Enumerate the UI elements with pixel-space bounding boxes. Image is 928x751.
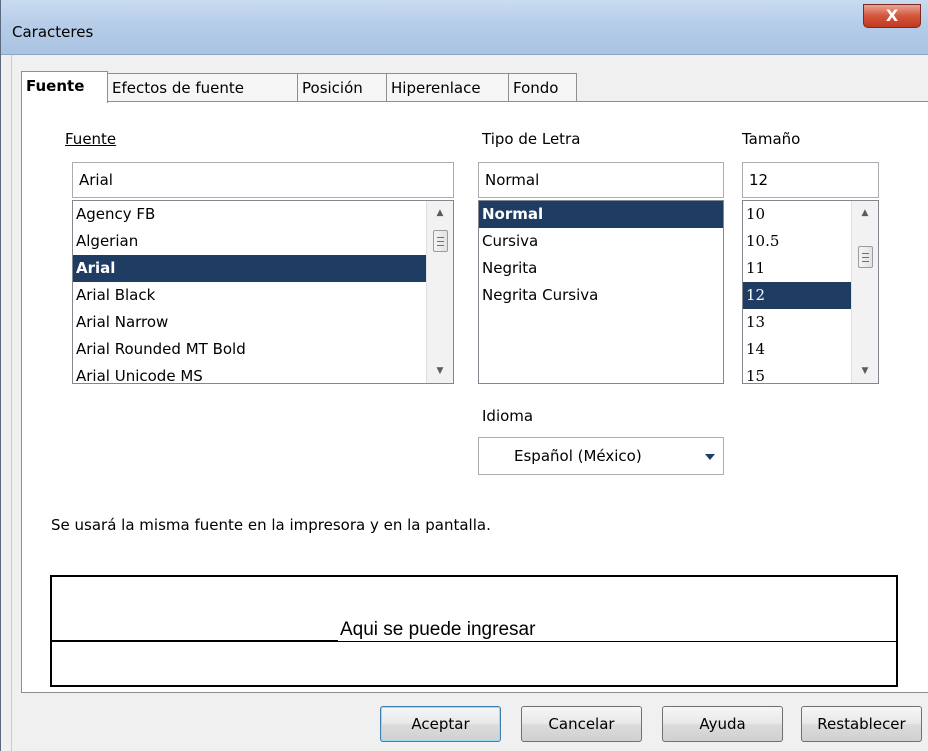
- list-item[interactable]: Negrita: [479, 255, 723, 282]
- list-item[interactable]: Negrita Cursiva: [479, 282, 723, 309]
- list-item[interactable]: Arial Unicode MS: [73, 363, 453, 383]
- tab-hiperenlace[interactable]: Hiperenlace: [386, 73, 509, 102]
- window-edge: [1, 55, 12, 751]
- preview-sample-text: Aqui se puede ingresar: [338, 619, 538, 641]
- help-button[interactable]: Ayuda: [662, 706, 783, 742]
- reset-button[interactable]: Restablecer: [801, 706, 922, 742]
- size-list-scrollbar[interactable]: ▲ ▼: [851, 201, 878, 383]
- chevron-down-icon[interactable]: [705, 454, 715, 460]
- list-item[interactable]: Arial Rounded MT Bold: [73, 336, 453, 363]
- language-select[interactable]: Español (México): [478, 437, 724, 475]
- preview-baseline: [52, 641, 896, 642]
- font-preview: Aqui se puede ingresar: [50, 575, 898, 687]
- style-label-text: Tipo de Letra: [482, 130, 581, 148]
- tab-fondo[interactable]: Fondo: [508, 73, 577, 102]
- style-input[interactable]: Normal: [478, 162, 724, 198]
- list-item[interactable]: Arial Narrow: [73, 309, 453, 336]
- scroll-down-icon[interactable]: ▼: [427, 361, 453, 381]
- font-label-text: Fuente: [65, 130, 117, 148]
- size-input[interactable]: 12: [742, 162, 879, 198]
- size-label-text: Tamaño: [742, 130, 801, 148]
- scroll-up-icon[interactable]: ▲: [852, 203, 878, 223]
- title-bar[interactable]: Caracteres X: [1, 0, 928, 55]
- font-list[interactable]: Agency FB Algerian Arial Arial Black Ari…: [72, 200, 454, 384]
- language-label-text: Idioma: [482, 407, 534, 425]
- style-list[interactable]: Normal Cursiva Negrita Negrita Cursiva: [478, 200, 724, 384]
- tab-posicion[interactable]: Posición: [297, 73, 387, 102]
- style-label: Tipo de Letra: [482, 130, 580, 148]
- scroll-up-icon[interactable]: ▲: [427, 203, 453, 223]
- preview-baseline-left: [52, 640, 339, 641]
- language-label: Idioma: [482, 407, 533, 425]
- font-name-input[interactable]: Arial: [72, 162, 454, 198]
- font-label: Fuente: [65, 130, 116, 148]
- cancel-button[interactable]: Cancelar: [521, 706, 642, 742]
- list-item[interactable]: Arial Black: [73, 282, 453, 309]
- font-list-scrollbar[interactable]: ▲ ▼: [426, 201, 453, 383]
- scroll-thumb[interactable]: [433, 230, 448, 252]
- printer-screen-note: Se usará la misma fuente en la impresora…: [51, 516, 491, 534]
- list-item[interactable]: Cursiva: [479, 228, 723, 255]
- tab-efectos-de-fuente[interactable]: Efectos de fuente: [107, 73, 298, 102]
- ok-button[interactable]: Aceptar: [380, 706, 501, 742]
- list-item[interactable]: Agency FB: [73, 201, 453, 228]
- window-title: Caracteres: [12, 23, 94, 41]
- scroll-thumb[interactable]: [858, 246, 873, 268]
- language-value: Español (México): [514, 447, 642, 465]
- size-label: Tamaño: [742, 130, 800, 148]
- scroll-down-icon[interactable]: ▼: [852, 361, 878, 381]
- list-item-selected[interactable]: Arial: [73, 255, 453, 282]
- size-list[interactable]: 10 10.5 11 12 13 14 15 ▲ ▼: [742, 200, 879, 384]
- list-item-selected[interactable]: Normal: [479, 201, 723, 228]
- list-item-selected[interactable]: 12: [743, 282, 852, 309]
- characters-dialog: Caracteres X Fuente Efectos de fuente Po…: [0, 0, 928, 751]
- list-item[interactable]: Algerian: [73, 228, 453, 255]
- tab-fuente[interactable]: Fuente: [21, 71, 108, 103]
- close-button[interactable]: X: [863, 4, 921, 28]
